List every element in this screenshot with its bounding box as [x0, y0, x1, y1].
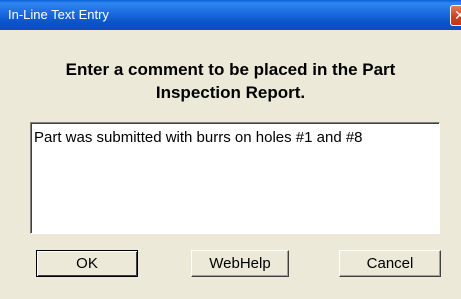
comment-text-area[interactable]: Part was submitted with burrs on holes #… [30, 122, 440, 234]
in-line-text-entry-dialog: In-Line Text Entry ✕ Enter a comment to … [0, 0, 461, 299]
close-button[interactable]: ✕ [450, 5, 461, 26]
prompt-text: Enter a comment to be placed in the Part… [20, 58, 441, 104]
webhelp-button[interactable]: WebHelp [191, 250, 289, 277]
prompt-line-1: Enter a comment to be placed in the Part [65, 60, 396, 79]
cancel-button[interactable]: Cancel [339, 250, 441, 277]
prompt-line-2: Inspection Report. [155, 83, 306, 102]
title-bar[interactable]: In-Line Text Entry ✕ [0, 0, 461, 30]
ok-button[interactable]: OK [36, 250, 138, 277]
window-title: In-Line Text Entry [8, 7, 109, 22]
close-icon: ✕ [454, 8, 461, 24]
